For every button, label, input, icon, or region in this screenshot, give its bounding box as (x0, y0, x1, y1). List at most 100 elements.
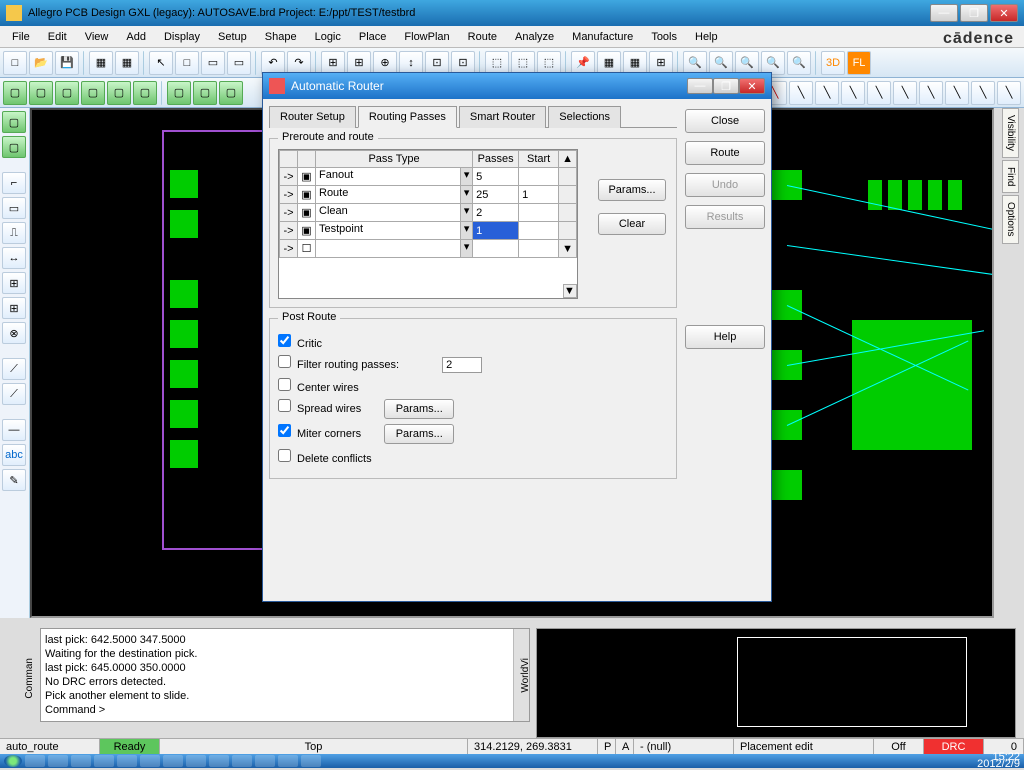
menu-shape[interactable]: Shape (257, 29, 305, 45)
tool-route-icon[interactable]: ╲ (971, 81, 995, 105)
task-item[interactable] (278, 755, 298, 767)
tab-router-setup[interactable]: Router Setup (269, 106, 356, 128)
task-item[interactable] (232, 755, 252, 767)
tool-zoom-fit-icon[interactable]: 🔍 (735, 51, 759, 75)
tool-shape-icon[interactable]: ▢ (55, 81, 79, 105)
tool-new-icon[interactable]: □ (3, 51, 27, 75)
task-item[interactable] (25, 755, 45, 767)
undo-button[interactable]: Undo (685, 173, 765, 197)
critic-checkbox[interactable]: Critic (278, 334, 668, 350)
tab-smart-router[interactable]: Smart Router (459, 106, 546, 128)
palette-icon[interactable]: ⟋ (2, 383, 26, 405)
palette-icon[interactable]: ⟋ (2, 358, 26, 380)
tool-generic-icon[interactable]: ▭ (201, 51, 225, 75)
tool-route-icon[interactable]: ╲ (945, 81, 969, 105)
tab-visibility[interactable]: Visibility (1002, 108, 1019, 158)
palette-icon[interactable]: ⊗ (2, 322, 26, 344)
palette-icon[interactable]: ⊞ (2, 297, 26, 319)
tool-3d-icon[interactable]: 3D (821, 51, 845, 75)
menu-display[interactable]: Display (156, 29, 208, 45)
tool-generic-icon[interactable]: ⬚ (485, 51, 509, 75)
palette-icon[interactable]: abc (2, 444, 26, 466)
filter-value-input[interactable] (442, 357, 482, 373)
tool-zoom-icon[interactable]: 🔍 (683, 51, 707, 75)
palette-icon[interactable]: ✎ (2, 469, 26, 491)
menu-setup[interactable]: Setup (210, 29, 255, 45)
task-item[interactable] (301, 755, 321, 767)
tool-generic-icon[interactable]: ▭ (227, 51, 251, 75)
task-item[interactable] (140, 755, 160, 767)
tool-generic-icon[interactable]: ⊞ (321, 51, 345, 75)
tool-route-icon[interactable]: ╲ (789, 81, 813, 105)
status-p[interactable]: P (598, 739, 616, 754)
tool-zoom-out-icon[interactable]: 🔍 (709, 51, 733, 75)
params-button[interactable]: Params... (598, 179, 666, 201)
close-button[interactable]: ✕ (990, 4, 1018, 22)
tool-generic-icon[interactable]: ⬚ (537, 51, 561, 75)
menu-add[interactable]: Add (118, 29, 154, 45)
menu-manufacture[interactable]: Manufacture (564, 29, 641, 45)
tool-generic-icon[interactable]: □ (175, 51, 199, 75)
menu-tools[interactable]: Tools (643, 29, 685, 45)
tool-route-icon[interactable]: ╲ (997, 81, 1021, 105)
tool-generic-icon[interactable]: ▦ (89, 51, 113, 75)
tool-cursor-icon[interactable]: ↖ (149, 51, 173, 75)
minimize-button[interactable]: — (930, 4, 958, 22)
tool-shape-icon[interactable]: ▢ (3, 81, 27, 105)
menu-place[interactable]: Place (351, 29, 395, 45)
tool-undo-icon[interactable]: ↶ (261, 51, 285, 75)
dialog-titlebar[interactable]: Automatic Router — ❐ ✕ (263, 73, 771, 99)
delete-checkbox[interactable]: Delete conflicts (278, 449, 668, 465)
tool-shape-icon[interactable]: ▢ (193, 81, 217, 105)
task-item[interactable] (48, 755, 68, 767)
tool-generic-icon[interactable]: ▦ (597, 51, 621, 75)
dialog-maximize-button[interactable]: ❐ (713, 78, 739, 94)
tool-shape-icon[interactable]: ▢ (81, 81, 105, 105)
tool-shape-icon[interactable]: ▢ (29, 81, 53, 105)
tool-pin-icon[interactable]: 📌 (571, 51, 595, 75)
route-button[interactable]: Route (685, 141, 765, 165)
tool-flip-icon[interactable]: FL (847, 51, 871, 75)
palette-icon[interactable]: ▭ (2, 197, 26, 219)
status-drc[interactable]: DRC (924, 739, 984, 754)
spread-params-button[interactable]: Params... (384, 399, 454, 419)
tool-generic-icon[interactable]: ⊡ (425, 51, 449, 75)
tool-zoom-icon[interactable]: 🔍 (787, 51, 811, 75)
palette-icon[interactable]: — (2, 419, 26, 441)
tool-route-icon[interactable]: ╲ (815, 81, 839, 105)
tool-generic-icon[interactable]: ⬚ (511, 51, 535, 75)
pass-row[interactable]: ->☐ ▾ ▼ (280, 240, 577, 258)
miter-params-button[interactable]: Params... (384, 424, 454, 444)
menu-logic[interactable]: Logic (307, 29, 349, 45)
palette-icon[interactable]: ▢ (2, 111, 26, 133)
pass-row[interactable]: ->▣ Testpoint▾ 1 (280, 222, 577, 240)
palette-icon[interactable]: ⌐ (2, 172, 26, 194)
task-item[interactable] (117, 755, 137, 767)
results-button[interactable]: Results (685, 205, 765, 229)
pass-grid[interactable]: Pass Type Passes Start ▲ ->▣ Fanout▾ 5 -… (278, 149, 578, 299)
start-button[interactable] (4, 755, 22, 767)
menu-help[interactable]: Help (687, 29, 726, 45)
task-item[interactable] (186, 755, 206, 767)
command-log[interactable]: last pick: 642.5000 347.5000 Waiting for… (40, 628, 530, 722)
menu-view[interactable]: View (77, 29, 117, 45)
spread-checkbox[interactable]: Spread wires Params... (278, 399, 668, 419)
tool-shape-icon[interactable]: ▢ (107, 81, 131, 105)
tool-route-icon[interactable]: ╲ (867, 81, 891, 105)
help-button[interactable]: Help (685, 325, 765, 349)
tool-generic-icon[interactable]: ⊞ (347, 51, 371, 75)
tool-shape-icon[interactable]: ▢ (219, 81, 243, 105)
task-item[interactable] (163, 755, 183, 767)
dialog-close-button[interactable]: ✕ (739, 78, 765, 94)
close-button[interactable]: Close (685, 109, 765, 133)
tab-routing-passes[interactable]: Routing Passes (358, 106, 457, 128)
tool-shape-icon[interactable]: ▢ (133, 81, 157, 105)
filter-checkbox[interactable]: Filter routing passes: (278, 355, 668, 373)
clear-button[interactable]: Clear (598, 213, 666, 235)
tool-shape-icon[interactable]: ▢ (167, 81, 191, 105)
task-item[interactable] (94, 755, 114, 767)
palette-icon[interactable]: ⎍ (2, 222, 26, 244)
pass-row[interactable]: ->▣ Fanout▾ 5 (280, 168, 577, 186)
tab-selections[interactable]: Selections (548, 106, 621, 128)
center-checkbox[interactable]: Center wires (278, 378, 668, 394)
